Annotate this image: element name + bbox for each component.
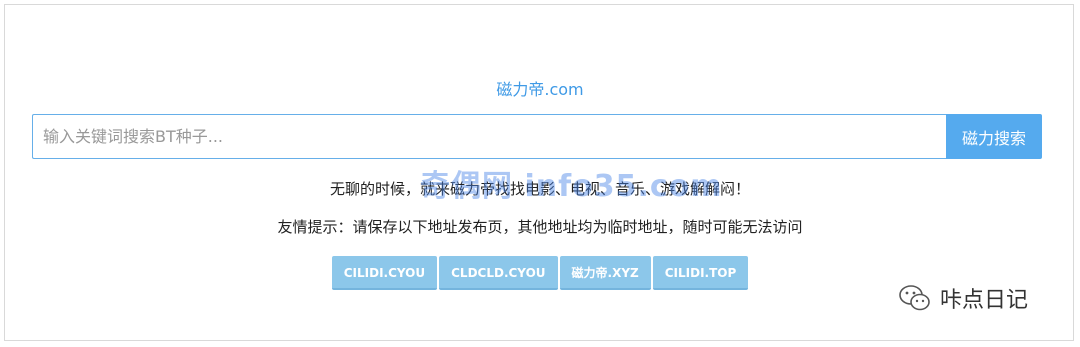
search-input[interactable]	[32, 114, 946, 159]
search-bar: 磁力搜索	[32, 114, 1042, 159]
search-button[interactable]: 磁力搜索	[946, 114, 1042, 159]
mirror-link-cldcld-cyou[interactable]: CLDCLD.CYOU	[439, 256, 558, 290]
site-logo[interactable]: 磁力帝.com	[0, 76, 1080, 100]
mirror-link-cilidi-cyou[interactable]: CILIDI.CYOU	[331, 256, 438, 290]
wechat-account: 咔点日记	[898, 282, 1028, 314]
wechat-account-name: 咔点日记	[940, 288, 1029, 313]
notice-text: 友情提示：请保存以下地址发布页，其他地址均为临时地址，随时可能无法访问	[277, 218, 803, 236]
mirror-link-cilidi-xyz[interactable]: 磁力帝.XYZ	[559, 256, 651, 290]
watermark: 奇偶网 info35.com	[420, 169, 723, 204]
mirror-link-cilidi-top[interactable]: CILIDI.TOP	[652, 256, 749, 290]
wechat-icon	[899, 285, 930, 311]
